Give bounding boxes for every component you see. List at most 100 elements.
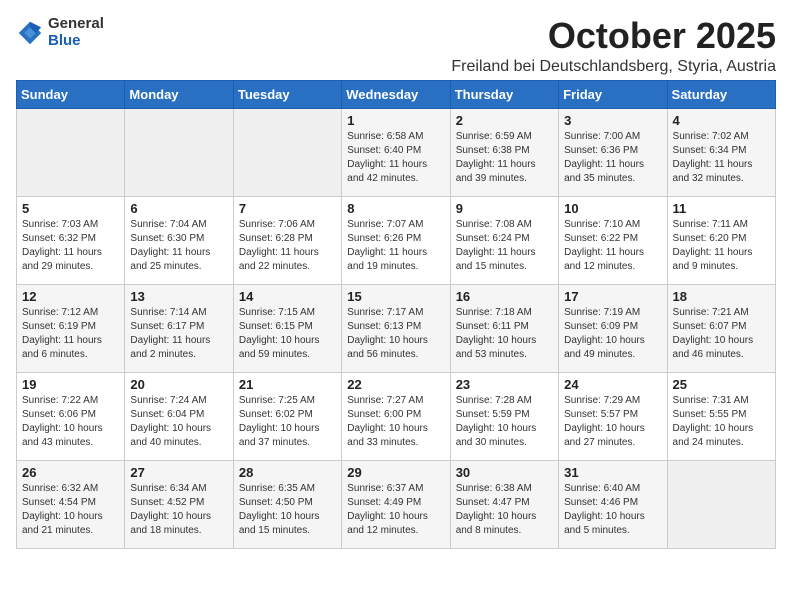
day-info: Sunrise: 7:31 AM Sunset: 5:55 PM Dayligh… [673,394,770,450]
day-number: 29 [347,465,444,480]
day-number: 15 [347,289,444,304]
calendar-cell: 26Sunrise: 6:32 AM Sunset: 4:54 PM Dayli… [17,460,125,548]
calendar-cell: 13Sunrise: 7:14 AM Sunset: 6:17 PM Dayli… [125,284,233,372]
day-info: Sunrise: 7:07 AM Sunset: 6:26 PM Dayligh… [347,218,444,274]
day-info: Sunrise: 7:17 AM Sunset: 6:13 PM Dayligh… [347,306,444,362]
calendar-cell: 9 Sunrise: 7:08 AM Sunset: 6:24 PM Daylig… [450,196,558,284]
logo-icon [16,19,44,47]
calendar-cell: 22 Sunrise: 7:27 AM Sunset: 6:00 PM Dayli… [342,372,450,460]
calendar-cell: 16 Sunrise: 7:18 AM Sunset: 6:11 PM Dayli… [450,284,558,372]
calendar-cell: 1 Sunrise: 6:58 AM Sunset: 6:40 PM Daylig… [342,108,450,196]
calendar-cell: 25 Sunrise: 7:31 AM Sunset: 5:55 PM Dayli… [667,372,775,460]
day-number: 21 [239,377,336,392]
day-info: Sunrise: 6:38 AM Sunset: 4:47 PM Dayligh… [456,482,553,538]
day-number: 11 [673,201,770,216]
location-title: Freiland bei Deutschlandsberg, Styria, A… [451,58,776,76]
calendar-cell: 11 Sunrise: 7:11 AM Sunset: 6:20 PM Dayli… [667,196,775,284]
day-number: 4 [673,113,770,128]
day-info: Sunrise: 7:24 AM Sunset: 6:04 PM Dayligh… [130,394,227,450]
calendar-cell: 10 Sunrise: 7:10 AM Sunset: 6:22 PM Dayli… [559,196,667,284]
day-number: 10 [564,201,661,216]
calendar-cell: 2Sunrise: 6:59 AM Sunset: 6:38 PM Daylig… [450,108,558,196]
day-number: 30 [456,465,553,480]
calendar-cell: 14 Sunrise: 7:15 AM Sunset: 6:15 PM Dayli… [233,284,341,372]
calendar-cell: 20 Sunrise: 7:24 AM Sunset: 6:04 PM Dayli… [125,372,233,460]
day-number: 9 [456,201,553,216]
calendar-cell: 4 Sunrise: 7:02 AM Sunset: 6:34 PM Daylig… [667,108,775,196]
day-number: 3 [564,113,661,128]
day-info: Sunrise: 7:03 AM Sunset: 6:32 PM Dayligh… [22,218,119,274]
page-header: General Blue October 2025 Freiland bei D… [16,16,776,76]
day-number: 18 [673,289,770,304]
calendar-cell [17,108,125,196]
day-number: 7 [239,201,336,216]
day-info: Sunrise: 7:12 AM Sunset: 6:19 PM Dayligh… [22,306,119,362]
day-number: 13 [130,289,227,304]
calendar-header-row: SundayMondayTuesdayWednesdayThursdayFrid… [17,80,776,108]
day-info: Sunrise: 7:10 AM Sunset: 6:22 PM Dayligh… [564,218,661,274]
day-info: Sunrise: 7:27 AM Sunset: 6:00 PM Dayligh… [347,394,444,450]
day-info: Sunrise: 7:25 AM Sunset: 6:02 PM Dayligh… [239,394,336,450]
day-number: 25 [673,377,770,392]
calendar-cell: 5 Sunrise: 7:03 AM Sunset: 6:32 PM Daylig… [17,196,125,284]
day-info: Sunrise: 7:18 AM Sunset: 6:11 PM Dayligh… [456,306,553,362]
calendar-week-row: 12 Sunrise: 7:12 AM Sunset: 6:19 PM Dayli… [17,284,776,372]
day-number: 8 [347,201,444,216]
day-info: Sunrise: 6:58 AM Sunset: 6:40 PM Dayligh… [347,130,444,186]
calendar-cell: 3Sunrise: 7:00 AM Sunset: 6:36 PM Daylig… [559,108,667,196]
header-day: Wednesday [342,80,450,108]
day-info: Sunrise: 6:35 AM Sunset: 4:50 PM Dayligh… [239,482,336,538]
calendar-cell: 29 Sunrise: 6:37 AM Sunset: 4:49 PM Dayli… [342,460,450,548]
day-number: 16 [456,289,553,304]
day-info: Sunrise: 7:06 AM Sunset: 6:28 PM Dayligh… [239,218,336,274]
calendar-cell: 31Sunrise: 6:40 AM Sunset: 4:46 PM Dayli… [559,460,667,548]
day-info: Sunrise: 7:19 AM Sunset: 6:09 PM Dayligh… [564,306,661,362]
logo-general: General [48,16,104,33]
header-day: Thursday [450,80,558,108]
day-number: 26 [22,465,119,480]
calendar-cell: 27Sunrise: 6:34 AM Sunset: 4:52 PM Dayli… [125,460,233,548]
calendar-week-row: 26Sunrise: 6:32 AM Sunset: 4:54 PM Dayli… [17,460,776,548]
day-info: Sunrise: 6:34 AM Sunset: 4:52 PM Dayligh… [130,482,227,538]
day-number: 12 [22,289,119,304]
day-info: Sunrise: 7:04 AM Sunset: 6:30 PM Dayligh… [130,218,227,274]
day-number: 6 [130,201,227,216]
calendar-week-row: 19 Sunrise: 7:22 AM Sunset: 6:06 PM Dayli… [17,372,776,460]
calendar-cell: 18 Sunrise: 7:21 AM Sunset: 6:07 PM Dayli… [667,284,775,372]
day-number: 1 [347,113,444,128]
calendar-cell: 23 Sunrise: 7:28 AM Sunset: 5:59 PM Dayli… [450,372,558,460]
day-info: Sunrise: 6:37 AM Sunset: 4:49 PM Dayligh… [347,482,444,538]
calendar-cell: 19 Sunrise: 7:22 AM Sunset: 6:06 PM Dayli… [17,372,125,460]
calendar-cell [667,460,775,548]
day-number: 22 [347,377,444,392]
day-number: 23 [456,377,553,392]
day-info: Sunrise: 7:08 AM Sunset: 6:24 PM Dayligh… [456,218,553,274]
month-title: October 2025 [451,16,776,56]
header-day: Friday [559,80,667,108]
calendar-cell: 28Sunrise: 6:35 AM Sunset: 4:50 PM Dayli… [233,460,341,548]
calendar-cell: 17Sunrise: 7:19 AM Sunset: 6:09 PM Dayli… [559,284,667,372]
calendar-cell: 12 Sunrise: 7:12 AM Sunset: 6:19 PM Dayli… [17,284,125,372]
day-number: 2 [456,113,553,128]
day-info: Sunrise: 7:11 AM Sunset: 6:20 PM Dayligh… [673,218,770,274]
day-info: Sunrise: 7:28 AM Sunset: 5:59 PM Dayligh… [456,394,553,450]
day-info: Sunrise: 7:02 AM Sunset: 6:34 PM Dayligh… [673,130,770,186]
day-number: 24 [564,377,661,392]
day-number: 19 [22,377,119,392]
calendar-body: 1 Sunrise: 6:58 AM Sunset: 6:40 PM Daylig… [17,108,776,548]
day-number: 5 [22,201,119,216]
logo: General Blue [16,16,104,49]
day-info: Sunrise: 7:15 AM Sunset: 6:15 PM Dayligh… [239,306,336,362]
calendar-cell [125,108,233,196]
calendar-cell: 7 Sunrise: 7:06 AM Sunset: 6:28 PM Daylig… [233,196,341,284]
calendar-week-row: 1 Sunrise: 6:58 AM Sunset: 6:40 PM Daylig… [17,108,776,196]
day-number: 20 [130,377,227,392]
day-info: Sunrise: 7:22 AM Sunset: 6:06 PM Dayligh… [22,394,119,450]
day-info: Sunrise: 7:21 AM Sunset: 6:07 PM Dayligh… [673,306,770,362]
calendar-cell: 8 Sunrise: 7:07 AM Sunset: 6:26 PM Daylig… [342,196,450,284]
header-day: Tuesday [233,80,341,108]
header-day: Saturday [667,80,775,108]
day-number: 14 [239,289,336,304]
calendar-cell [233,108,341,196]
calendar-cell: 30 Sunrise: 6:38 AM Sunset: 4:47 PM Dayli… [450,460,558,548]
